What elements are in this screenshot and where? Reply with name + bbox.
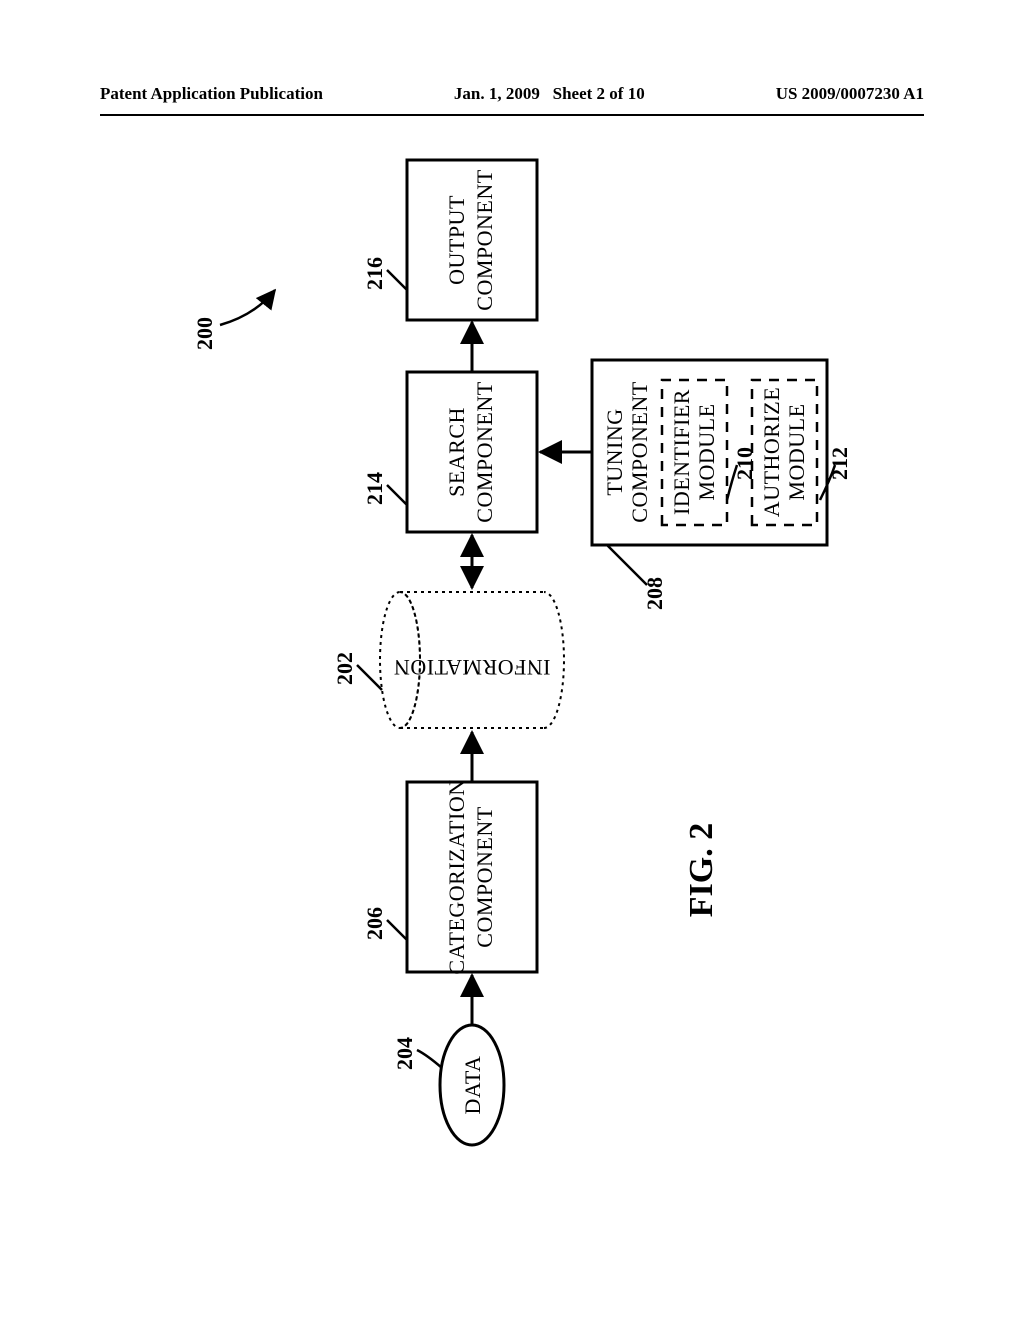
ref-216: 216 bbox=[362, 257, 387, 290]
page-header: Patent Application Publication Jan. 1, 2… bbox=[100, 84, 924, 116]
identifier-l2: MODULE bbox=[694, 403, 719, 500]
identifier-l1: IDENTIFIER bbox=[669, 389, 694, 515]
ref-208: 208 bbox=[642, 577, 667, 610]
output-l2: COMPONENT bbox=[472, 169, 497, 310]
tuning-l1: TUNING bbox=[602, 408, 627, 495]
authorize-l1: AUTHORIZE bbox=[759, 387, 784, 517]
authorize-l2: MODULE bbox=[784, 403, 809, 500]
information-label: INFORMATION bbox=[393, 655, 550, 680]
ref-214: 214 bbox=[362, 472, 387, 505]
tuning-l2: COMPONENT bbox=[627, 381, 652, 522]
categorization-l2: COMPONENT bbox=[472, 806, 497, 947]
figure-2: 200 DATA 204 CATEGORIZATION COMPONENT 20… bbox=[152, 150, 872, 1170]
data-label: DATA bbox=[460, 1056, 485, 1115]
search-l1: SEARCH bbox=[444, 407, 469, 497]
ref-206: 206 bbox=[362, 907, 387, 940]
header-left: Patent Application Publication bbox=[100, 84, 323, 110]
search-l2: COMPONENT bbox=[472, 381, 497, 522]
ref-200: 200 bbox=[192, 317, 217, 350]
header-center: Jan. 1, 2009 Sheet 2 of 10 bbox=[454, 84, 645, 110]
figure-label: FIG. 2 bbox=[683, 823, 720, 917]
categorization-l1: CATEGORIZATION bbox=[444, 779, 469, 974]
header-right: US 2009/0007230 A1 bbox=[776, 84, 924, 110]
ref-202: 202 bbox=[332, 652, 357, 685]
ref-204: 204 bbox=[392, 1037, 417, 1070]
output-l1: OUTPUT bbox=[444, 195, 469, 285]
